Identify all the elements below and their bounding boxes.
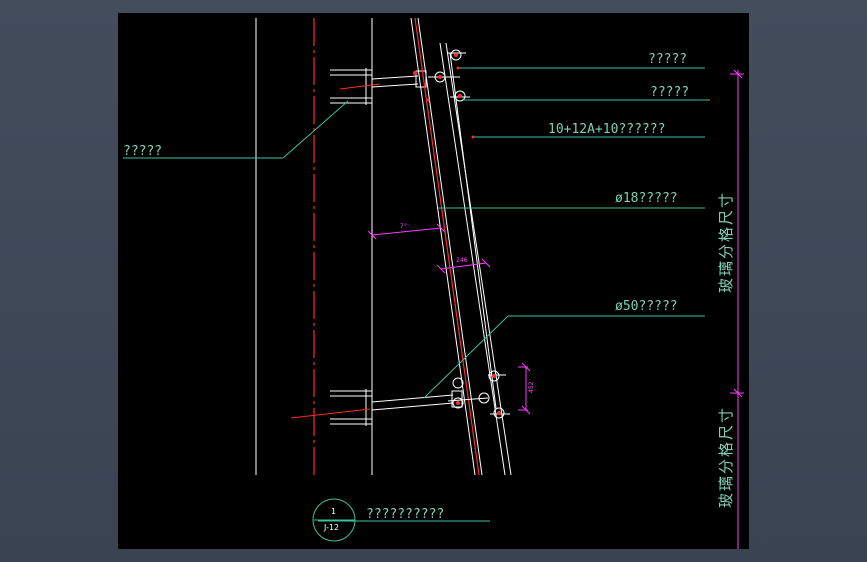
dim-246-label: 246 xyxy=(456,257,468,264)
spider-node-upper xyxy=(428,49,470,102)
support-arm-upper xyxy=(371,70,427,88)
detail-bubble xyxy=(312,498,356,542)
detail-sheet: J-12 xyxy=(323,523,339,532)
angle-label: 7° xyxy=(400,223,407,230)
detail-title: ?????????? xyxy=(366,507,444,522)
label-top-1: ????? xyxy=(648,52,687,67)
red-cut-lower xyxy=(290,408,371,419)
grid-size-label-upper: 玻璃分格尺寸 xyxy=(717,191,735,293)
label-top-2: ????? xyxy=(650,85,689,100)
label-rod50: ø50????? xyxy=(615,299,678,314)
detail-number: 1 xyxy=(331,507,336,516)
dim-452-label: 452 xyxy=(528,381,535,393)
embed-plate-upper xyxy=(330,68,372,105)
label-rod18: ø18????? xyxy=(615,191,678,206)
cad-drawing-canvas: 7° 246 452 玻璃分格尺寸 玻璃分格尺寸 ????? ????? 10+… xyxy=(118,13,749,549)
detail-drawing: 7° 246 452 玻璃分格尺寸 玻璃分格尺寸 ????? ????? 10+… xyxy=(123,17,744,549)
spider-node-lower xyxy=(447,370,510,419)
glass-panel xyxy=(439,42,512,476)
label-left-note: ????? xyxy=(123,144,162,159)
grid-size-label-lower: 玻璃分格尺寸 xyxy=(717,406,735,508)
embed-plate-lower xyxy=(330,389,372,426)
label-glass: 10+12A+10?????? xyxy=(548,122,665,137)
